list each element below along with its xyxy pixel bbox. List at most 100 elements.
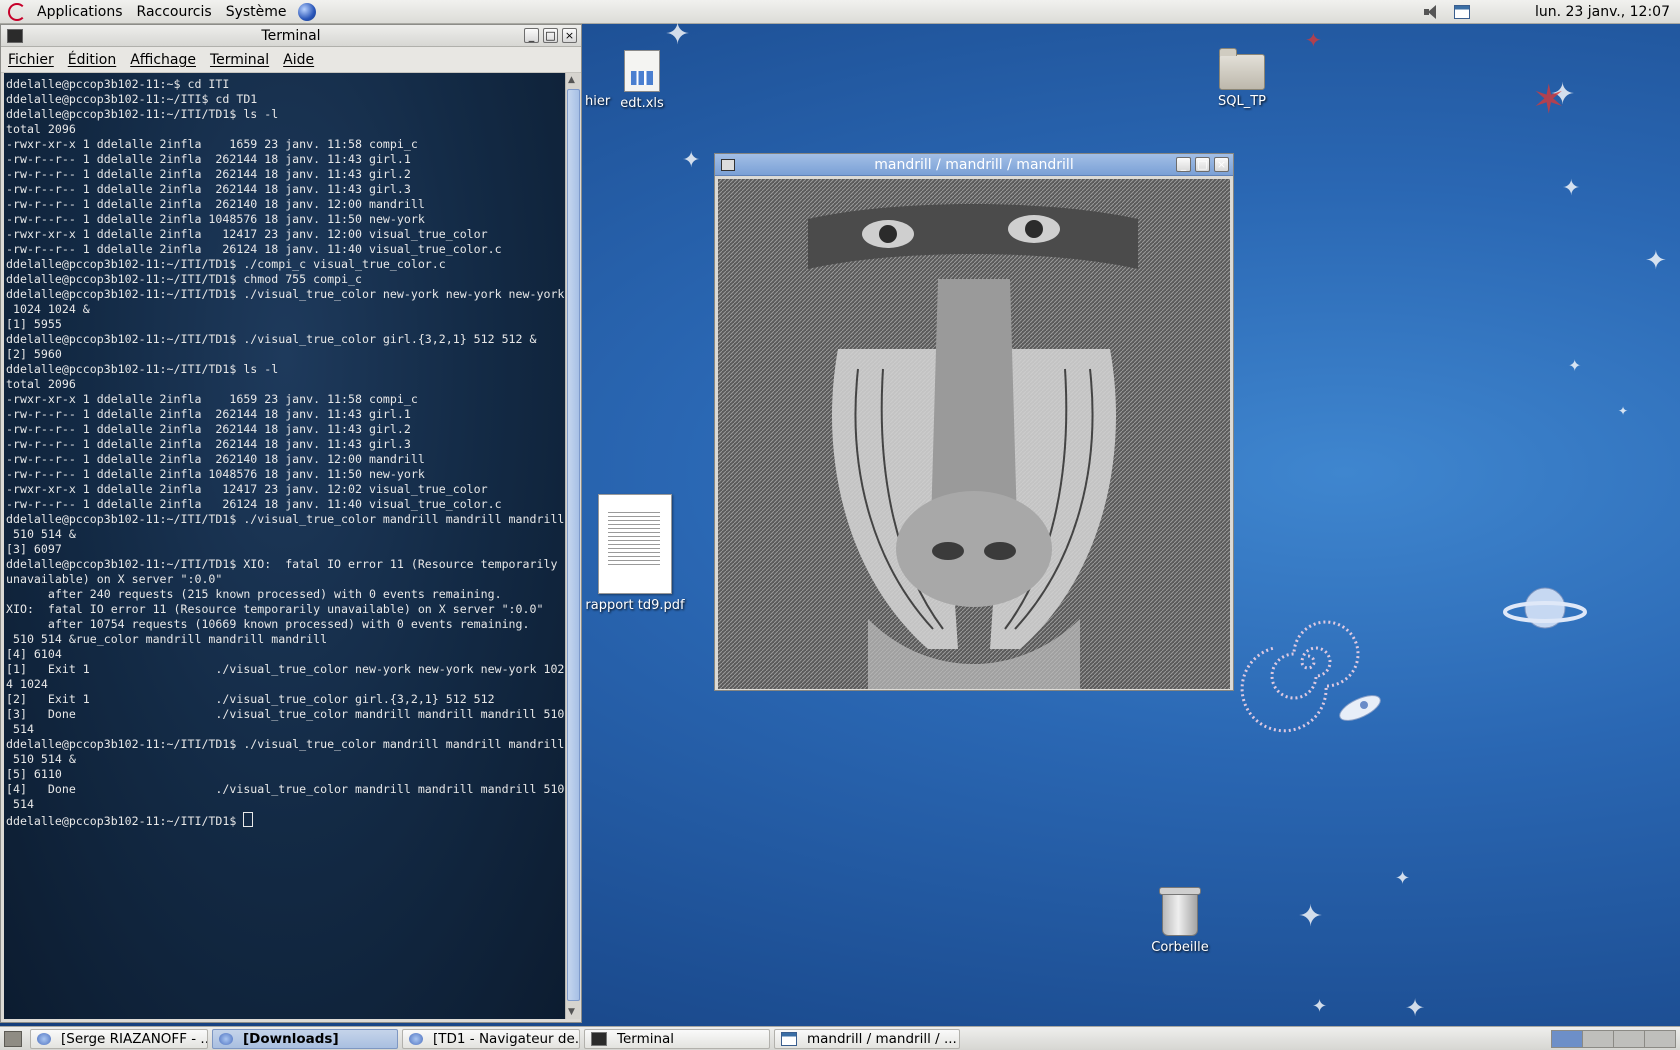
terminal-scrollbar[interactable]: ▲ ▼ xyxy=(565,73,580,1019)
menu-aide[interactable]: Aide xyxy=(276,52,321,68)
mandrill-face-drawing xyxy=(718,179,1230,689)
web-browser-launcher-icon[interactable] xyxy=(297,2,316,21)
terminal-line: -rw-r--r-- 1 ddelalle 2infla 262144 18 j… xyxy=(6,437,411,451)
terminal-line: -rwxr-xr-x 1 ddelalle 2infla 12417 23 ja… xyxy=(6,482,488,496)
window-menu-icon[interactable] xyxy=(721,158,735,171)
desktop-icon-label: Corbeille xyxy=(1151,940,1209,955)
terminal-line: unavailable) on X server ":0.0" xyxy=(6,572,223,586)
taskbar-item-terminal[interactable]: Terminal xyxy=(584,1028,770,1049)
star-decoration: ✦ xyxy=(1568,356,1582,375)
desktop-icon-label: hier xyxy=(585,94,611,109)
taskbar-item-downloads[interactable]: [Downloads] xyxy=(212,1028,398,1049)
taskbar-item-serge[interactable]: [Serge RIAZANOFF - ... xyxy=(30,1028,208,1049)
terminal-titlebar[interactable]: Terminal _ □ × xyxy=(1,25,581,47)
spreadsheet-file-icon xyxy=(624,50,660,92)
taskbar-item-td1[interactable]: [TD1 - Navigateur de... xyxy=(402,1028,580,1049)
minimize-button[interactable]: _ xyxy=(1176,157,1191,172)
terminal-line: ddelalle@pccop3b102-11:~/ITI/TD1$ ./visu… xyxy=(6,512,565,526)
desktop-icon-sql-tp[interactable]: SQL_TP xyxy=(1210,48,1274,109)
terminal-line: XIO: fatal IO error 11 (Resource tempora… xyxy=(6,602,544,616)
terminal-line: -rw-r--r-- 1 ddelalle 2infla 262144 18 j… xyxy=(6,422,411,436)
taskbar-label: [Serge RIAZANOFF - ... xyxy=(61,1030,208,1047)
desktop-icon-partial[interactable]: hier xyxy=(585,48,610,109)
workspace-2[interactable] xyxy=(1583,1031,1614,1047)
terminal-line: ddelalle@pccop3b102-11:~/ITI/TD1$ ls -l xyxy=(6,362,279,376)
terminal-line: ddelalle@pccop3b102-11:~/ITI/TD1$ ./visu… xyxy=(6,287,565,301)
desktop-icon-label: rapport td9.pdf xyxy=(585,598,685,613)
terminal-line: -rwxr-xr-x 1 ddelalle 2infla 1659 23 jan… xyxy=(6,137,418,151)
folder-icon xyxy=(1219,48,1265,90)
terminal-line: total 2096 xyxy=(6,122,76,136)
close-button[interactable]: × xyxy=(1214,157,1229,172)
terminal-line: [3] Done ./visual_true_color mandrill ma… xyxy=(6,707,565,721)
terminal-line: ddelalle@pccop3b102-11:~/ITI/TD1$ chmod … xyxy=(6,272,362,286)
debian-logo-icon[interactable] xyxy=(8,2,26,21)
minimize-button[interactable]: _ xyxy=(524,28,539,43)
star-decoration: ✦ xyxy=(1298,899,1324,934)
browser-icon xyxy=(37,1032,51,1045)
terminal-cursor xyxy=(243,812,254,827)
terminal-line: -rw-r--r-- 1 ddelalle 2infla 262144 18 j… xyxy=(6,407,411,421)
terminal-output[interactable]: ddelalle@pccop3b102-11:~$ cd ITI ddelall… xyxy=(4,73,567,1019)
terminal-menubar: Fichier Édition Affichage Terminal Aide xyxy=(1,47,581,73)
menu-raccourcis[interactable]: Raccourcis xyxy=(130,0,219,24)
taskbar-label: [Downloads] xyxy=(243,1030,339,1047)
menu-systeme[interactable]: Système xyxy=(219,0,294,24)
scrollbar-thumb[interactable] xyxy=(567,89,580,1001)
maximize-button[interactable]: □ xyxy=(543,28,558,43)
close-button[interactable]: × xyxy=(562,28,577,43)
terminal-line: [4] 6104 xyxy=(6,647,62,661)
terminal-icon[interactable] xyxy=(7,28,23,43)
terminal-line: -rw-r--r-- 1 ddelalle 2infla 262144 18 j… xyxy=(6,167,411,181)
menu-fichier[interactable]: Fichier xyxy=(1,52,61,68)
star-decoration: ✦ xyxy=(1562,176,1581,201)
trash-icon xyxy=(1159,887,1201,936)
desktop-icon-label: edt.xls xyxy=(620,96,664,111)
menu-terminal[interactable]: Terminal xyxy=(203,52,276,68)
volume-icon[interactable] xyxy=(1424,5,1442,19)
terminal-line: 510 514 & xyxy=(12,752,76,766)
star-decoration: ✦ xyxy=(682,148,701,173)
mandrill-window[interactable]: mandrill / mandrill / mandrill _ □ × xyxy=(714,153,1234,691)
terminal-line: 1024 1024 & xyxy=(12,302,90,316)
terminal-window[interactable]: Terminal _ □ × Fichier Édition Affichage… xyxy=(0,24,582,1023)
menu-applications[interactable]: Applications xyxy=(30,0,130,24)
star-decoration: ✶ xyxy=(1532,77,1566,123)
workspace-3[interactable] xyxy=(1614,1031,1645,1047)
terminal-line: -rw-r--r-- 1 ddelalle 2infla 26124 18 ja… xyxy=(6,497,502,511)
terminal-line: -rw-r--r-- 1 ddelalle 2infla 1048576 18 … xyxy=(6,467,425,481)
workspace-switcher xyxy=(1551,1030,1676,1048)
show-desktop-icon[interactable] xyxy=(4,1030,22,1047)
terminal-line: 4 1024 xyxy=(6,677,48,691)
desktop-icon-rapport-pdf[interactable]: rapport td9.pdf xyxy=(585,494,685,613)
terminal-line: -rwxr-xr-x 1 ddelalle 2infla 12417 23 ja… xyxy=(6,227,488,241)
scroll-down-arrow-icon[interactable]: ▼ xyxy=(568,1007,575,1017)
taskbar-item-mandrill[interactable]: mandrill / mandrill / ... xyxy=(774,1028,960,1049)
terminal-line: 510 514 & xyxy=(12,527,76,541)
window-selector-icon[interactable] xyxy=(1454,5,1470,19)
star-decoration: ✦ xyxy=(1305,28,1322,52)
terminal-line: ddelalle@pccop3b102-11:~/ITI/TD1$ ls -l xyxy=(6,107,279,121)
window-icon xyxy=(781,1031,797,1046)
workspace-1[interactable] xyxy=(1552,1031,1583,1047)
window-title: Terminal xyxy=(261,27,321,44)
mandrill-image xyxy=(718,179,1230,689)
clock[interactable]: lun. 23 janv., 12:07 xyxy=(1535,0,1670,24)
desktop-icon-trash[interactable]: Corbeille xyxy=(1148,887,1212,955)
browser-icon xyxy=(219,1032,233,1045)
taskbar-label: [TD1 - Navigateur de... xyxy=(433,1030,580,1047)
terminal-line: after 10754 requests (10669 known proces… xyxy=(47,617,530,631)
terminal-line: [2] Exit 1 ./visual_true_color girl.{3,2… xyxy=(6,692,495,706)
bottom-panel: [Serge RIAZANOFF - ... [Downloads] [TD1 … xyxy=(0,1026,1680,1050)
terminal-line: [3] 6097 xyxy=(6,542,62,556)
desktop-icon-edt-xls[interactable]: edt.xls xyxy=(612,50,672,111)
mandrill-titlebar[interactable]: mandrill / mandrill / mandrill _ □ × xyxy=(715,154,1233,176)
top-panel: Applications Raccourcis Système lun. 23 … xyxy=(0,0,1680,24)
workspace-4[interactable] xyxy=(1645,1031,1675,1047)
scroll-up-arrow-icon[interactable]: ▲ xyxy=(568,75,575,85)
menu-edition[interactable]: Édition xyxy=(61,52,123,68)
maximize-button[interactable]: □ xyxy=(1195,157,1210,172)
terminal-line: ddelalle@pccop3b102-11:~/ITI$ cd TD1 xyxy=(6,92,258,106)
menu-affichage[interactable]: Affichage xyxy=(123,52,203,68)
terminal-line: total 2096 xyxy=(6,377,76,391)
